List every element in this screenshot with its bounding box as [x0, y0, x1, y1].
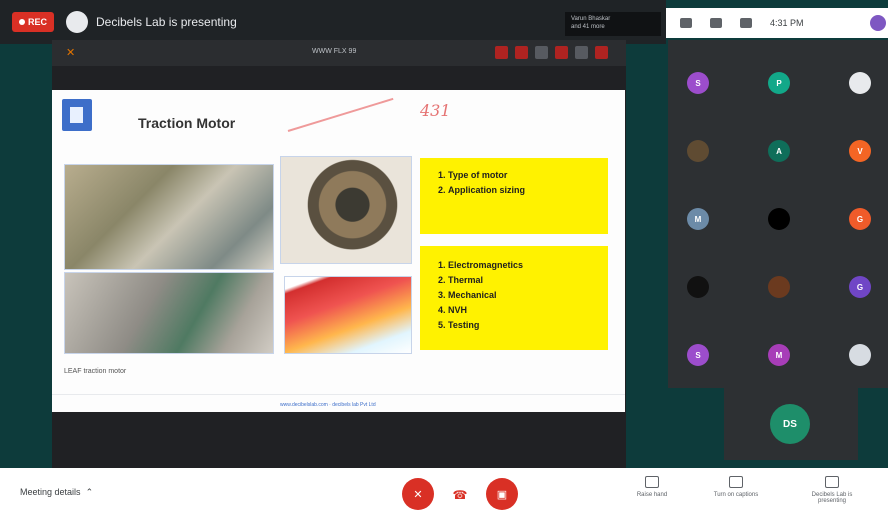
participant-avatar[interactable]: S — [687, 72, 709, 94]
end-call-button[interactable]: ☎ — [449, 488, 471, 502]
participant-avatar[interactable]: G — [849, 276, 871, 298]
slide-toolbar: ✕ WWW FLX 99 — [52, 40, 626, 66]
slide-footer: www.decibelslab.com · decibels lab Pvt L… — [280, 402, 376, 408]
callout-item: Thermal — [448, 273, 596, 288]
stamp-icon[interactable] — [555, 46, 568, 59]
presentation-slide: Traction Motor 431 LEAF traction motor T… — [52, 90, 625, 412]
hand-icon — [645, 476, 659, 488]
recording-badge: REC — [12, 12, 54, 32]
people-icon[interactable] — [680, 18, 692, 28]
callout-item: Testing — [448, 318, 596, 333]
stator-photo — [280, 156, 412, 264]
callout-top: Type of motor Application sizing — [420, 158, 608, 234]
mic-off-button[interactable]: ✕ — [402, 478, 434, 510]
top-bar: REC Decibels Lab is presenting Varun Bha… — [0, 0, 666, 44]
participant-avatar[interactable]: S — [687, 344, 709, 366]
present-screen-icon — [825, 476, 839, 488]
hang-up-icon: ☎ — [452, 488, 468, 502]
user-avatar[interactable] — [870, 15, 886, 31]
callout-item: Electromagnetics — [448, 258, 596, 273]
motor-housing-photo — [64, 272, 274, 354]
self-view-tile[interactable]: DS — [724, 388, 858, 460]
captions-button[interactable]: Turn on captions — [706, 476, 766, 498]
presenting-text: Decibels Lab is presenting — [96, 15, 237, 29]
clock-time: 4:31 PM — [770, 18, 804, 28]
slide-divider — [52, 394, 625, 395]
captions-icon — [729, 476, 743, 488]
callout-item: Type of motor — [448, 168, 596, 183]
viewer-name-card: Varun Bhaskar and 41 more — [565, 12, 661, 36]
meeting-details-button[interactable]: Meeting details ⌃ — [20, 487, 93, 498]
eraser-icon[interactable] — [535, 46, 548, 59]
camera-off-button[interactable]: ▣ — [486, 478, 518, 510]
handwritten-annotation: 431 — [420, 101, 451, 120]
annotation-stroke — [287, 97, 394, 132]
participant-avatar[interactable]: V — [849, 140, 871, 162]
meeting-details-label: Meeting details — [20, 487, 81, 497]
participant-avatar[interactable]: M — [768, 344, 790, 366]
annotation-tools — [495, 46, 608, 59]
motor-assembly-photo — [64, 164, 274, 270]
mic-off-icon: ✕ — [413, 488, 423, 501]
self-avatar: DS — [770, 404, 810, 444]
raise-hand-label: Raise hand — [636, 492, 668, 498]
participant-avatar[interactable] — [687, 140, 709, 162]
slide-title: Traction Motor — [138, 115, 236, 131]
chat-icon[interactable] — [710, 18, 722, 28]
efficiency-map-plot — [284, 276, 412, 354]
participant-avatar[interactable] — [768, 208, 790, 230]
participant-avatar[interactable] — [768, 276, 790, 298]
slide-caption: LEAF traction motor — [64, 368, 127, 375]
presenting-status-button[interactable]: Decibels Lab is presenting — [802, 476, 862, 504]
presenter-avatar — [66, 11, 88, 33]
system-bar: 4:31 PM — [666, 8, 888, 38]
download-icon[interactable] — [740, 18, 752, 28]
participant-avatar[interactable] — [687, 276, 709, 298]
recording-label: REC — [27, 17, 47, 27]
raise-hand-button[interactable]: Raise hand — [622, 476, 682, 498]
document-icon — [62, 99, 92, 131]
participant-avatar[interactable]: G — [849, 208, 871, 230]
stop-icon[interactable] — [595, 46, 608, 59]
participant-avatar[interactable] — [849, 72, 871, 94]
callout-bottom: Electromagnetics Thermal Mechanical NVH … — [420, 246, 608, 350]
pen-icon[interactable] — [495, 46, 508, 59]
presenting-status-label: Decibels Lab is presenting — [811, 492, 853, 504]
undo-icon[interactable] — [575, 46, 588, 59]
participant-avatar[interactable]: P — [768, 72, 790, 94]
participant-avatar[interactable] — [849, 344, 871, 366]
callout-item: Application sizing — [448, 183, 596, 198]
participant-avatar[interactable]: A — [768, 140, 790, 162]
callout-item: Mechanical — [448, 288, 596, 303]
zoom-label: WWW FLX 99 — [312, 48, 357, 55]
participants-grid: S P A V M G G S M — [668, 40, 888, 388]
captions-label: Turn on captions — [713, 492, 759, 498]
camera-off-icon: ▣ — [496, 488, 508, 501]
chevron-up-icon: ⌃ — [83, 487, 94, 497]
callout-item: NVH — [448, 303, 596, 318]
bottom-control-bar: Meeting details ⌃ ✕ ☎ ▣ Raise hand Turn … — [0, 468, 888, 515]
close-icon[interactable]: ✕ — [66, 46, 75, 59]
record-dot-icon — [18, 19, 25, 25]
highlight-icon[interactable] — [515, 46, 528, 59]
participant-avatar[interactable]: M — [687, 208, 709, 230]
